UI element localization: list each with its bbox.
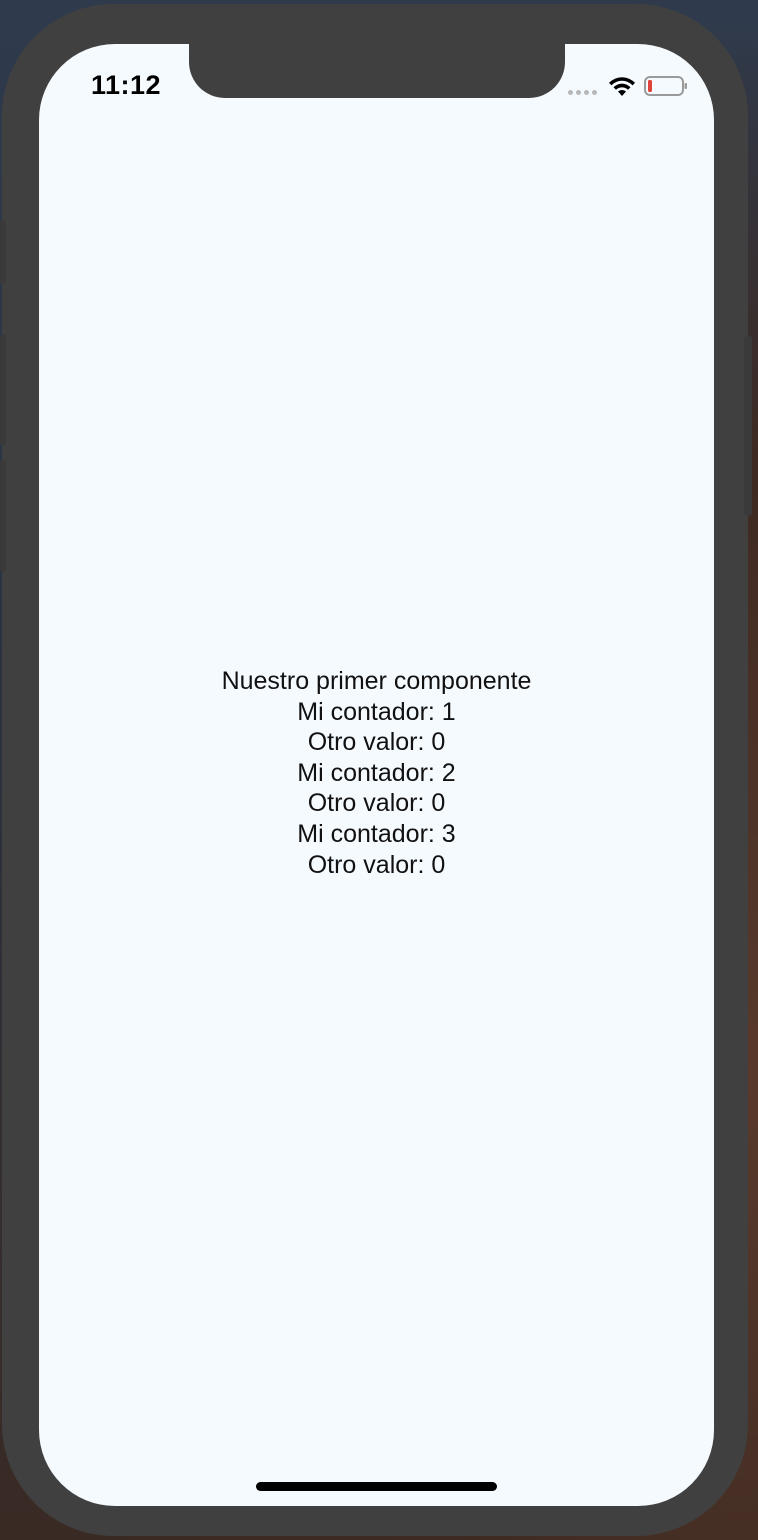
status-time: 11:12 [91, 70, 162, 100]
power-button [744, 336, 752, 516]
iphone-simulator-frame: 11:12 Nuestro primer componente Mi conta… [0, 4, 752, 1536]
volume-down-button [0, 460, 6, 572]
main-content: Nuestro primer componente Mi contador: 1… [39, 666, 714, 880]
volume-up-button [0, 334, 6, 446]
component-title: Nuestro primer componente [221, 667, 532, 695]
counter-text: Mi contador: 1 [297, 697, 456, 726]
battery-low-icon [644, 76, 687, 96]
counter-text: Mi contador: 2 [297, 758, 456, 787]
cellular-signal-icon [568, 90, 597, 95]
other-value-text: Otro valor: 0 [307, 789, 446, 818]
home-indicator[interactable] [256, 1482, 497, 1491]
mute-switch [0, 220, 6, 284]
wifi-icon [609, 77, 635, 96]
notch [189, 44, 565, 98]
device-screen: 11:12 Nuestro primer componente Mi conta… [39, 44, 714, 1506]
counter-text: Mi contador: 3 [297, 819, 456, 848]
other-value-text: Otro valor: 0 [307, 728, 446, 757]
other-value-text: Otro valor: 0 [307, 850, 446, 879]
